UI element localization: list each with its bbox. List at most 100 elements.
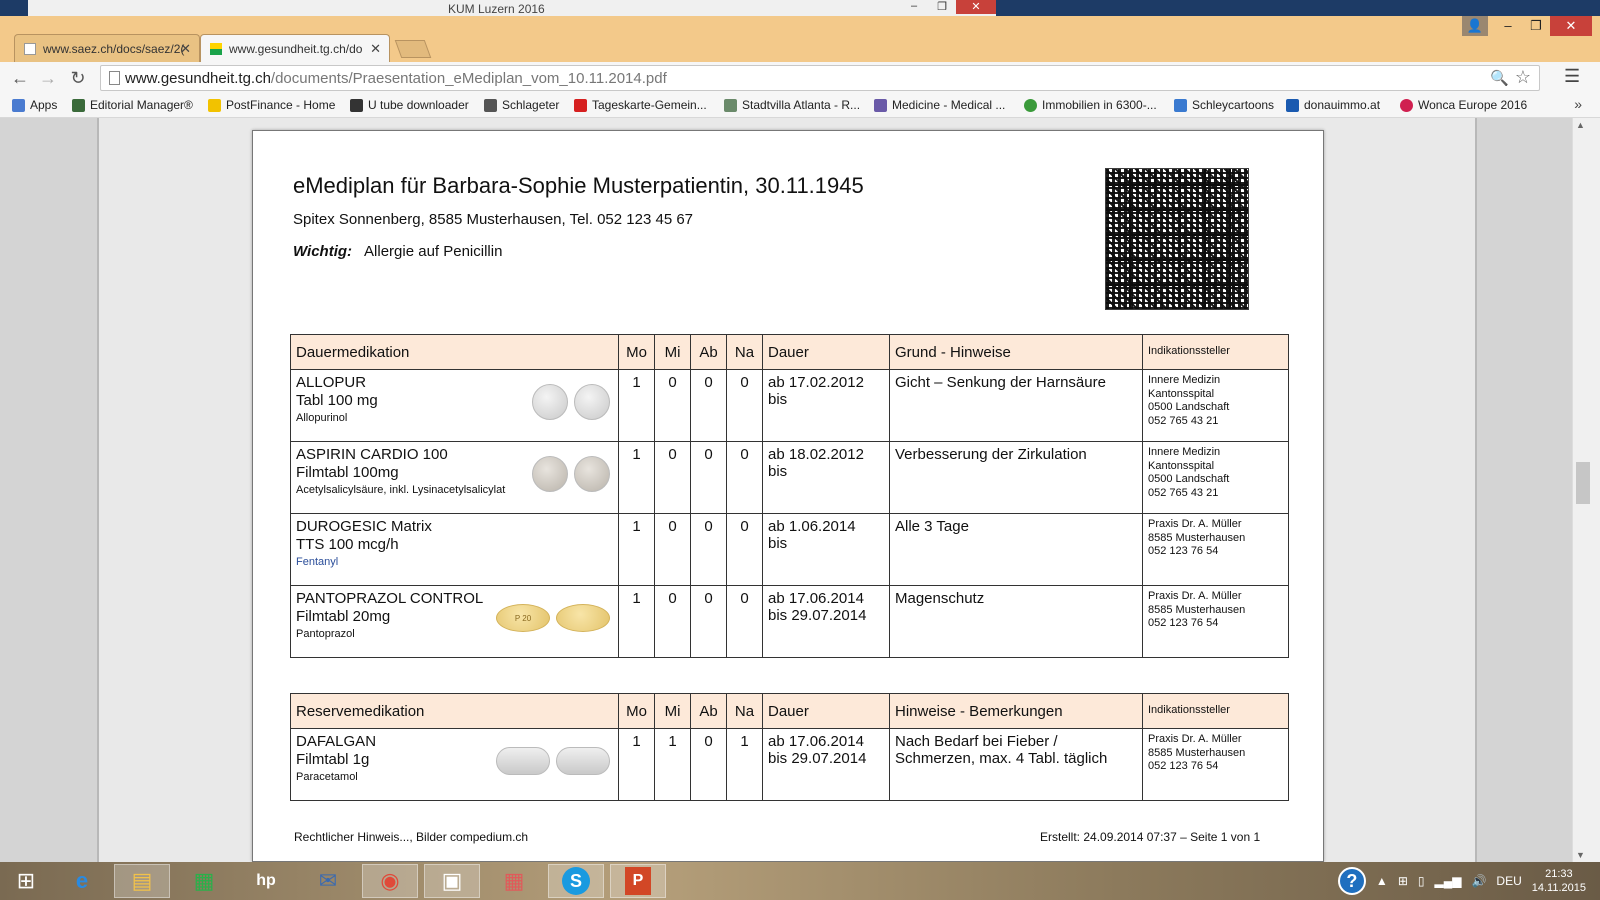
taskbar-file-explorer[interactable]: ▤	[114, 864, 170, 898]
qr-grid	[1106, 169, 1248, 309]
medication-cell: PANTOPRAZOL CONTROL Filmtabl 20mg Pantop…	[290, 585, 619, 658]
maximize-icon[interactable]: ❐	[928, 0, 956, 14]
restore-icon[interactable]: ❐	[1522, 16, 1550, 36]
bookmark-label: PostFinance - Home	[226, 98, 336, 112]
system-tray: ? ▲ ⊞ ▯ ▂▄▆ 🔊 DEU 21:33 14.11.2015	[1337, 862, 1600, 900]
header-cell: Mi	[654, 693, 691, 729]
dauermedikation-table: Dauermedikation Mo Mi Ab Na Dauer Grund …	[290, 334, 1289, 658]
medication-substance: Fentanyl	[296, 556, 339, 568]
header-cell: Indikationssteller	[1142, 334, 1289, 370]
pill-icon	[556, 604, 610, 632]
bookmark-schleycartoons[interactable]: Schleycartoons	[1174, 98, 1274, 112]
signal-icon[interactable]: ▂▄▆	[1434, 874, 1461, 888]
address-bar[interactable]: www.gesundheit.tg.ch/documents/Praesenta…	[100, 65, 1540, 91]
bookmark-label: Medicine - Medical ...	[892, 98, 1006, 112]
prescriber-line: 8585 Musterhausen	[1148, 746, 1246, 759]
pill-icon	[556, 747, 610, 775]
reload-icon[interactable]: ↻	[66, 67, 90, 89]
duration-end: bis	[768, 391, 788, 408]
window-controls: 👤 ‒ ❐ ✕	[1462, 16, 1592, 36]
back-icon[interactable]: ←	[8, 67, 32, 89]
bookmark-tageskarte[interactable]: Tageskarte-Gemein...	[574, 98, 707, 112]
close-tab-icon[interactable]: ✕	[370, 41, 381, 57]
bookmark-label: U tube downloader	[368, 98, 469, 112]
pill-images	[496, 743, 610, 775]
prescriber-line: Praxis Dr. A. Müller	[1148, 518, 1242, 530]
pill-images	[532, 384, 610, 420]
taskbar-thunderbird[interactable]: ✉	[300, 864, 356, 898]
taskbar-hp[interactable]: hp	[238, 864, 294, 898]
table-header-row: Dauermedikation Mo Mi Ab Na Dauer Grund …	[290, 334, 1289, 370]
chrome-menu-icon[interactable]: ☰	[1564, 66, 1580, 87]
browser-toolbar: ← → ↻ www.gesundheit.tg.ch/documents/Pra…	[0, 62, 1600, 94]
file-explorer-icon: ▤	[131, 868, 153, 893]
table-row: DUROGESIC Matrix TTS 100 mcg/h Fentanyl …	[290, 513, 1289, 586]
reason-cell: Alle 3 Tage	[889, 513, 1143, 586]
taskbar-internet-explorer[interactable]: e	[54, 864, 110, 898]
close-icon[interactable]: ✕	[956, 0, 996, 14]
zoom-icon[interactable]: 🔍	[1490, 69, 1509, 87]
building-icon	[724, 98, 737, 112]
dose-mi: 0	[654, 369, 691, 442]
taskbar-skype[interactable]: S	[548, 864, 604, 898]
w-icon	[1174, 98, 1187, 112]
battery-icon[interactable]: ▯	[1418, 874, 1425, 888]
volume-icon[interactable]: 🔊	[1471, 874, 1486, 888]
duration-cell: ab 17.02.2012 bis	[762, 369, 890, 442]
pill-icon	[574, 456, 610, 492]
internet-explorer-icon: e	[75, 868, 89, 893]
document-subtitle: Spitex Sonnenberg, 8585 Musterhausen, Te…	[293, 211, 694, 228]
bookmarks-overflow-icon[interactable]: »	[1574, 96, 1582, 112]
background-window-title: KUM Luzern 2016	[448, 2, 545, 16]
dose-na: 1	[726, 728, 763, 801]
clock[interactable]: 21:33 14.11.2015	[1532, 867, 1586, 895]
header-cell: Ab	[690, 334, 727, 370]
bookmark-star-icon[interactable]: ☆	[1515, 67, 1531, 88]
new-tab-button[interactable]	[394, 40, 432, 58]
taskbar-app[interactable]: ▣	[424, 864, 480, 898]
close-tab-icon[interactable]: ✕	[180, 41, 191, 57]
taskbar-chrome[interactable]: ◉	[362, 864, 418, 898]
vertical-scrollbar[interactable]: ▲ ▼	[1572, 118, 1600, 862]
table-row: ASPIRIN CARDIO 100 Filmtabl 100mg Acetyl…	[290, 441, 1289, 514]
bookmark-medicine[interactable]: Medicine - Medical ...	[874, 98, 1005, 112]
duration-start: ab 18.02.2012	[768, 446, 864, 463]
created-info: Erstellt: 24.09.2014 07:37 – Seite 1 von…	[1040, 830, 1261, 844]
bookmark-schlageter[interactable]: Schlageter	[484, 98, 559, 112]
medication-form: TTS 100 mcg/h	[296, 536, 399, 553]
bookmark-stadtvilla[interactable]: Stadtvilla Atlanta - R...	[724, 98, 860, 112]
pill-icon	[574, 384, 610, 420]
tab-gesundheit[interactable]: www.gesundheit.tg.ch/do ✕	[200, 34, 390, 62]
scroll-thumb[interactable]	[1576, 462, 1590, 504]
prescriber-line: 052 765 43 21	[1148, 414, 1219, 427]
minimize-icon[interactable]: ‒	[900, 0, 928, 14]
bookmark-editorial-manager[interactable]: Editorial Manager®	[72, 98, 193, 112]
bookmark-wonca[interactable]: Wonca Europe 2016	[1400, 98, 1527, 112]
minimize-icon[interactable]: ‒	[1494, 16, 1522, 36]
taskbar-apps[interactable]: ▦	[486, 864, 542, 898]
taskbar-powerpoint[interactable]: P	[610, 864, 666, 898]
bookmark-immobilien[interactable]: Immobilien in 6300-...	[1024, 98, 1157, 112]
network-icon[interactable]: ⊞	[1398, 874, 1408, 888]
scroll-down-icon[interactable]: ▼	[1576, 850, 1585, 860]
language-indicator[interactable]: DEU	[1496, 874, 1521, 888]
bookmark-apps[interactable]: Apps	[12, 98, 57, 112]
url-text[interactable]: www.gesundheit.tg.ch/documents/Praesenta…	[125, 70, 667, 87]
dose-na: 0	[726, 441, 763, 514]
tab-saez[interactable]: www.saez.ch/docs/saez/2( ✕	[14, 34, 200, 62]
apps-icon: ▦	[503, 868, 525, 893]
help-icon[interactable]: ?	[1337, 867, 1366, 895]
tray-expand-icon[interactable]: ▲	[1376, 874, 1388, 888]
start-button[interactable]: ⊞	[4, 864, 48, 898]
user-profile-icon[interactable]: 👤	[1462, 16, 1488, 36]
bookmark-label: Tageskarte-Gemein...	[592, 98, 707, 112]
close-window-icon[interactable]: ✕	[1550, 16, 1592, 36]
bookmark-utube[interactable]: U tube downloader	[350, 98, 469, 112]
prescriber-line: Innere Medizin	[1148, 374, 1221, 386]
forward-icon[interactable]: →	[36, 67, 60, 89]
duration-cell: ab 1.06.2014 bis	[762, 513, 890, 586]
bookmark-donauimmo[interactable]: donauimmo.at	[1286, 98, 1380, 112]
taskbar-store[interactable]: ▦	[176, 864, 232, 898]
scroll-up-icon[interactable]: ▲	[1576, 120, 1585, 130]
bookmark-postfinance[interactable]: PostFinance - Home	[208, 98, 335, 112]
